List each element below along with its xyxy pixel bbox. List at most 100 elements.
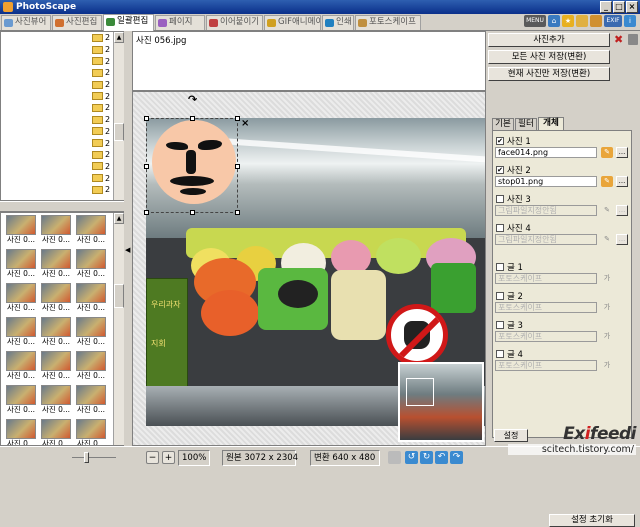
tab-objects[interactable]: 개체	[538, 117, 564, 131]
delete-object-icon[interactable]: ×	[241, 118, 249, 129]
image-edit-icon[interactable]: ✎	[601, 147, 613, 158]
rotate-handle-icon[interactable]: ↷	[188, 93, 197, 106]
selection-box[interactable]	[144, 116, 240, 215]
photos-checkbox-3[interactable]: 사진 3	[496, 193, 531, 205]
thumbnail-item[interactable]: 사진 0...	[74, 419, 108, 445]
exif-icon[interactable]: EXIF	[604, 15, 622, 27]
tab-2[interactable]: 일괄편집	[103, 14, 154, 31]
thumbnail-item[interactable]: 사진 0...	[4, 283, 38, 313]
tree-folder-item[interactable]: 2	[1, 114, 123, 126]
save-all-button[interactable]: 모든 사진 저장(변환)	[488, 50, 610, 64]
browse-button[interactable]: ...	[616, 176, 628, 187]
zoom-out-icon[interactable]: −	[146, 451, 159, 464]
sidebar-collapse-grip[interactable]: ◀	[124, 31, 132, 446]
thumbnail-item[interactable]: 사진 0...	[74, 385, 108, 415]
tree-folder-item[interactable]: 2	[1, 67, 123, 79]
tab-0[interactable]: 사진뷰어	[1, 15, 51, 30]
navigator-minimap[interactable]	[398, 362, 484, 442]
thumbnail-item[interactable]: 사진 0...	[39, 419, 73, 445]
checkbox-box[interactable]: ✔	[496, 137, 504, 145]
reset-settings-button[interactable]: 설정 초기화	[549, 514, 635, 527]
thumbnail-item[interactable]: 사진 0...	[4, 249, 38, 279]
zoom-in-icon[interactable]: +	[162, 451, 175, 464]
redo-icon[interactable]: ↷	[450, 451, 463, 464]
rotate-right-icon[interactable]: ↻	[420, 451, 433, 464]
stop-sticker[interactable]	[386, 304, 448, 366]
thumbnail-item[interactable]: 사진 0...	[74, 283, 108, 313]
thumbnail-item[interactable]: 사진 0...	[39, 385, 73, 415]
folder-icon[interactable]	[576, 15, 588, 27]
tab-6[interactable]: 인쇄	[322, 15, 354, 30]
editor-canvas[interactable]: 우리과자 지회 ↷ ×	[132, 91, 486, 446]
tab-7[interactable]: 포토스케이프	[355, 15, 421, 30]
thumbnail-item[interactable]: 사진 0...	[39, 351, 73, 381]
thumbnail-item[interactable]: 사진 0...	[74, 317, 108, 347]
tree-folder-item[interactable]: 2	[1, 32, 123, 44]
checkbox-box[interactable]	[496, 195, 504, 203]
minimap-viewport[interactable]	[406, 378, 434, 406]
checkbox-box[interactable]	[496, 263, 504, 271]
info-icon[interactable]: i	[624, 15, 636, 27]
menu-icon[interactable]: MENU	[524, 15, 546, 27]
photos-value-field-1[interactable]: face014.png	[495, 147, 597, 158]
thumbnail-item[interactable]: 사진 0...	[4, 215, 38, 245]
thumbnail-size-slider[interactable]	[84, 452, 89, 463]
thumbnail-item[interactable]: 사진 0...	[39, 249, 73, 279]
thumbnail-item[interactable]: 사진 0...	[4, 385, 38, 415]
texts-checkbox-1[interactable]: 글 1	[496, 261, 523, 273]
maximize-button[interactable]: □	[613, 1, 625, 13]
tab-4[interactable]: 이어붙이기	[206, 15, 263, 30]
tree-folder-item[interactable]: 2	[1, 161, 123, 173]
undo-icon[interactable]: ↶	[435, 451, 448, 464]
photos-checkbox-1[interactable]: ✔ 사진 1	[496, 135, 531, 147]
panel-splitter[interactable]	[0, 201, 124, 212]
add-photo-button[interactable]: 사진추가	[488, 33, 610, 47]
tree-folder-item[interactable]: 2	[1, 184, 123, 196]
tree-folder-item[interactable]: 2	[1, 90, 123, 102]
tree-folder-item[interactable]: 2	[1, 126, 123, 138]
thumbnail-item[interactable]: 사진 0...	[4, 317, 38, 347]
tree-folder-item[interactable]: 2	[1, 137, 123, 149]
star-icon[interactable]: ★	[562, 15, 574, 27]
photos-checkbox-2[interactable]: ✔ 사진 2	[496, 164, 531, 176]
tree-folder-item[interactable]: 2	[1, 149, 123, 161]
tab-basic[interactable]: 기본	[492, 118, 514, 130]
tab-filter[interactable]: 필터	[515, 118, 537, 130]
remove-x-icon[interactable]: ✖	[614, 33, 623, 46]
thumbnail-scrollbar[interactable]: ▲	[113, 213, 124, 445]
thumbnail-item[interactable]: 사진 0...	[74, 351, 108, 381]
thumbnail-item[interactable]: 사진 0...	[74, 215, 108, 245]
tab-3[interactable]: 페이지	[155, 15, 205, 30]
texts-checkbox-3[interactable]: 글 3	[496, 319, 523, 331]
thumbnail-item[interactable]: 사진 0...	[39, 317, 73, 347]
image-edit-icon[interactable]: ✎	[601, 176, 613, 187]
folder-tree-scrollbar[interactable]: ▲	[113, 32, 124, 200]
texts-checkbox-4[interactable]: 글 4	[496, 348, 523, 360]
checkbox-box[interactable]	[496, 292, 504, 300]
tab-5[interactable]: GIF애니메이션	[264, 15, 321, 30]
checkbox-box[interactable]	[496, 350, 504, 358]
thumbnail-item[interactable]: 사진 0...	[4, 419, 38, 445]
thumbnail-item[interactable]: 사진 0...	[39, 215, 73, 245]
rotate-left-icon[interactable]: ↺	[405, 451, 418, 464]
texts-checkbox-2[interactable]: 글 2	[496, 290, 523, 302]
tree-folder-item[interactable]: 2	[1, 55, 123, 67]
tree-folder-item[interactable]: 2	[1, 44, 123, 56]
browse-button[interactable]: ...	[616, 147, 628, 158]
tab-1[interactable]: 사진편집	[52, 15, 102, 30]
thumbnail-item[interactable]: 사진 0...	[39, 283, 73, 313]
photos-value-field-2[interactable]: stop01.png	[495, 176, 597, 187]
thumbnail-item[interactable]: 사진 0...	[74, 249, 108, 279]
minimize-button[interactable]: _	[600, 1, 612, 13]
checkbox-box[interactable]	[496, 321, 504, 329]
save-current-button[interactable]: 현재 사진만 저장(변환)	[488, 67, 610, 81]
tree-folder-item[interactable]: 2	[1, 79, 123, 91]
close-button[interactable]: ×	[626, 1, 638, 13]
folder-open-icon[interactable]	[590, 15, 602, 27]
photos-checkbox-4[interactable]: 사진 4	[496, 222, 531, 234]
checkbox-box[interactable]	[496, 224, 504, 232]
tree-folder-item[interactable]: 2	[1, 102, 123, 114]
trash-icon[interactable]	[628, 34, 638, 45]
thumbnail-item[interactable]: 사진 0...	[4, 351, 38, 381]
checkbox-box[interactable]: ✔	[496, 166, 504, 174]
